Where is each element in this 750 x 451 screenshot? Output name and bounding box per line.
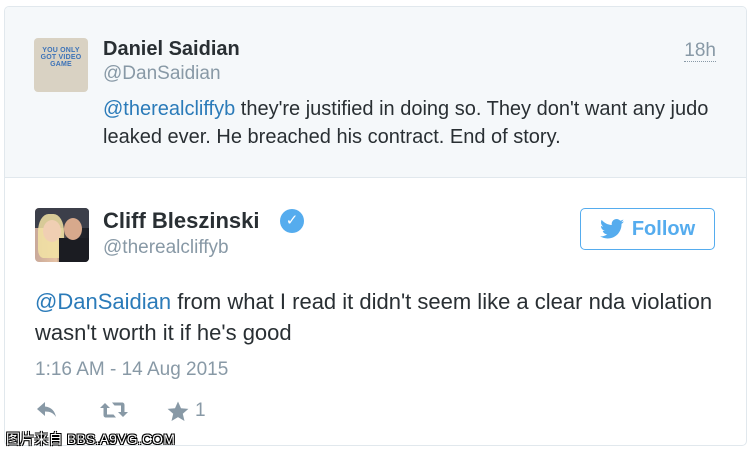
tweet-timestamp[interactable]: 1:16 AM - 14 Aug 2015 [35,359,228,381]
star-icon [167,401,189,421]
tweet-text: @therealcliffyb they're justified in doi… [103,95,723,151]
follow-label: Follow [631,217,696,240]
verified-badge-icon: ✓ [280,209,304,233]
tweet-text: @DanSaidian from what I read it didn't s… [35,286,715,348]
mention-link[interactable]: @DanSaidian [35,289,171,314]
avatar-shirt-text: YOU ONLY GOT VIDEO GAME [40,47,82,68]
favorite-button[interactable]: 1 [167,400,206,422]
main-tweet: Cliff Bleszinski ✓ @therealcliffyb Follo… [5,178,746,445]
author-name[interactable]: Cliff Bleszinski [103,208,259,234]
avatar[interactable]: YOU ONLY GOT VIDEO GAME [34,38,88,92]
reply-icon [37,402,56,417]
author-handle[interactable]: @therealcliffyb [103,237,229,259]
twitter-bird-icon [599,219,624,239]
author-name[interactable]: Daniel Saidian [103,38,240,61]
follow-button[interactable]: Follow [580,208,715,250]
author-handle[interactable]: @DanSaidian [103,63,221,85]
parent-tweet[interactable]: YOU ONLY GOT VIDEO GAME Daniel Saidian @… [5,7,746,178]
tweet-time-link[interactable]: 18h [684,40,716,62]
retweet-icon [100,402,128,418]
avatar[interactable] [35,208,89,262]
reply-button[interactable] [35,400,59,420]
tweet-card: YOU ONLY GOT VIDEO GAME Daniel Saidian @… [4,6,747,446]
mention-link[interactable]: @therealcliffyb [103,98,235,120]
favorite-count: 1 [195,400,206,421]
watermark: 图片来自 BBS.A9VG.COM [6,431,176,447]
retweet-button[interactable] [99,400,129,420]
